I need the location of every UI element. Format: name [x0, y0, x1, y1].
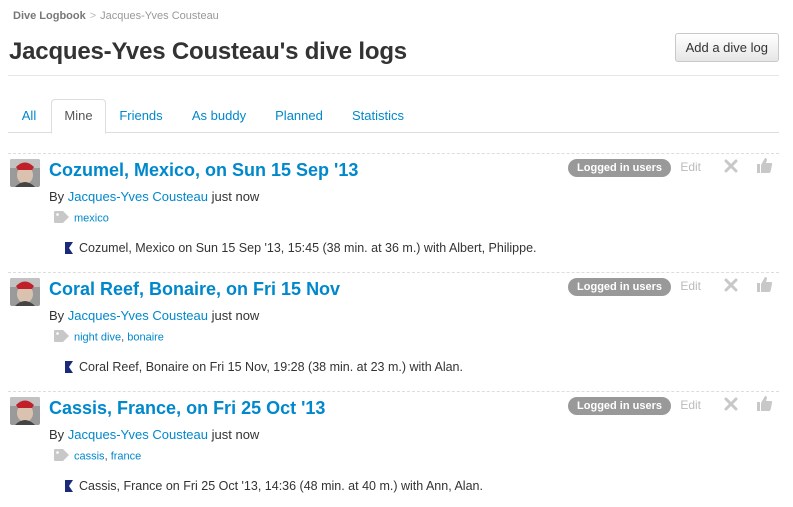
tag-separator: , [104, 450, 108, 463]
dive-summary: Coral Reef, Bonaire on Fri 15 Nov, 19:28… [65, 360, 463, 376]
tab-all[interactable]: All [8, 99, 50, 133]
page-title: Jacques-Yves Cousteau's dive logs [9, 38, 407, 65]
tag-list: cassis, france [54, 449, 141, 465]
thumbs-up-icon[interactable] [756, 395, 773, 417]
edit-link[interactable]: Edit [680, 160, 701, 174]
visibility-badge: Logged in users [568, 159, 671, 177]
dive-log-title[interactable]: Cassis, France, on Fri 25 Oct '13 [49, 398, 325, 419]
thumbs-up-icon[interactable] [756, 157, 773, 179]
title-divider [8, 75, 779, 76]
tag-list: mexico [54, 211, 109, 227]
author-link[interactable]: Jacques-Yves Cousteau [68, 308, 208, 323]
add-dive-log-button[interactable]: Add a dive log [674, 33, 779, 62]
dive-log-entry: Coral Reef, Bonaire, on Fri 15 Nov By Ja… [8, 272, 779, 390]
tag-icon [54, 211, 69, 226]
dive-log-byline: By Jacques-Yves Cousteau just now [49, 427, 259, 442]
tag-separator: , [121, 331, 125, 344]
by-label: By [49, 427, 65, 442]
dive-log-byline: By Jacques-Yves Cousteau just now [49, 189, 259, 204]
author-link[interactable]: Jacques-Yves Cousteau [68, 189, 208, 204]
close-x-icon[interactable] [724, 159, 738, 178]
dive-summary-text: Cassis, France on Fri 25 Oct '13, 14:36 … [79, 479, 483, 493]
edit-link[interactable]: Edit [680, 279, 701, 293]
user-avatar[interactable] [10, 159, 40, 187]
thumbs-up-icon[interactable] [756, 276, 773, 298]
tag-icon [54, 330, 69, 345]
posted-time: just now [211, 308, 260, 323]
posted-time: just now [211, 189, 260, 204]
user-avatar[interactable] [10, 397, 40, 425]
breadcrumb: Dive Logbook > Jacques-Yves Cousteau [13, 10, 219, 22]
tag-link[interactable]: mexico [74, 213, 109, 225]
author-link[interactable]: Jacques-Yves Cousteau [68, 427, 208, 442]
edit-link[interactable]: Edit [680, 398, 701, 412]
dive-summary: Cozumel, Mexico on Sun 15 Sep '13, 15:45… [65, 241, 537, 257]
close-x-icon[interactable] [724, 397, 738, 416]
dive-flag-icon [65, 361, 73, 376]
dive-log-title[interactable]: Coral Reef, Bonaire, on Fri 15 Nov [49, 279, 340, 300]
by-label: By [49, 308, 65, 323]
breadcrumb-current: Jacques-Yves Cousteau [100, 10, 219, 22]
tag-list: night dive, bonaire [54, 330, 164, 346]
tab-as-buddy[interactable]: As buddy [176, 99, 262, 133]
dive-flag-icon [65, 242, 73, 257]
tag-link[interactable]: france [111, 451, 142, 463]
tag-link[interactable]: cassis [74, 451, 105, 463]
tag-icon [54, 449, 69, 464]
dive-log-title[interactable]: Cozumel, Mexico, on Sun 15 Sep '13 [49, 160, 358, 181]
by-label: By [49, 189, 65, 204]
tab-mine[interactable]: Mine [51, 99, 106, 134]
dive-log-entry: Cozumel, Mexico, on Sun 15 Sep '13 By Ja… [8, 153, 779, 271]
visibility-badge: Logged in users [568, 278, 671, 296]
tab-planned[interactable]: Planned [264, 99, 334, 133]
tag-link[interactable]: bonaire [127, 332, 164, 344]
breadcrumb-separator: > [89, 10, 97, 22]
breadcrumb-dive-logbook[interactable]: Dive Logbook [13, 10, 86, 22]
dive-summary-text: Coral Reef, Bonaire on Fri 15 Nov, 19:28… [79, 360, 463, 374]
visibility-badge: Logged in users [568, 397, 671, 415]
dive-summary: Cassis, France on Fri 25 Oct '13, 14:36 … [65, 479, 483, 495]
user-avatar[interactable] [10, 278, 40, 306]
posted-time: just now [211, 427, 260, 442]
tab-bar: All Mine Friends As buddy Planned Statis… [8, 99, 779, 134]
dive-log-byline: By Jacques-Yves Cousteau just now [49, 308, 259, 323]
dive-summary-text: Cozumel, Mexico on Sun 15 Sep '13, 15:45… [79, 241, 537, 255]
dive-log-entry: Cassis, France, on Fri 25 Oct '13 By Jac… [8, 391, 779, 507]
close-x-icon[interactable] [724, 278, 738, 297]
tag-link[interactable]: night dive [74, 332, 121, 344]
tab-friends[interactable]: Friends [108, 99, 174, 133]
tab-statistics[interactable]: Statistics [338, 99, 418, 133]
dive-flag-icon [65, 480, 73, 495]
